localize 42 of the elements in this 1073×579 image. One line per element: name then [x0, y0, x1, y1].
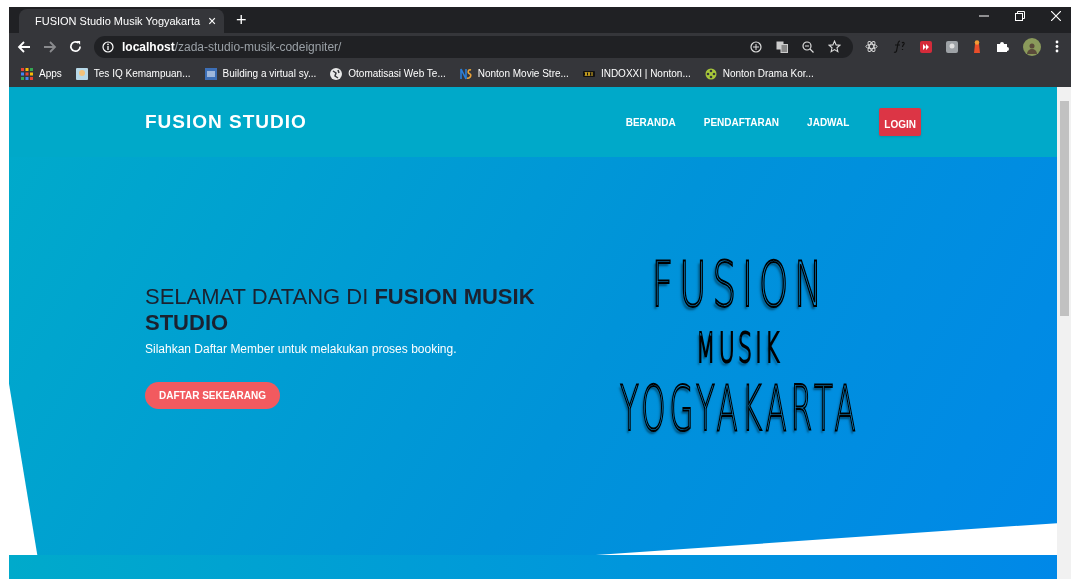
- apps-grid-icon: [21, 67, 33, 80]
- figure-icon[interactable]: [972, 40, 982, 53]
- image-icon: [75, 67, 88, 80]
- reload-icon[interactable]: [69, 40, 82, 53]
- translate-icon[interactable]: [776, 40, 788, 53]
- atom-icon[interactable]: [865, 40, 878, 53]
- tab-close-button[interactable]: ×: [208, 14, 217, 28]
- url-path: /zada-studio-musik-codeigniter/: [174, 39, 342, 54]
- scrollbar[interactable]: [1057, 87, 1071, 579]
- info-icon: [102, 40, 114, 53]
- bookmark-link[interactable]: Apps: [39, 66, 62, 81]
- forward-icon[interactable]: [43, 39, 57, 54]
- profile-square-icon[interactable]: [946, 40, 958, 53]
- login-button[interactable]: LOGIN: [879, 108, 921, 136]
- hero-subtitle: Silahkan Daftar Member untuk melakukan proses booking.: [145, 340, 458, 358]
- logo-wordmark: FUSION MUSIK YOGYAKARTA: [619, 247, 861, 446]
- back-icon[interactable]: [17, 39, 31, 54]
- globe-icon: [330, 67, 343, 80]
- bookmark-link[interactable]: Building a virtual sy...: [222, 66, 317, 81]
- puzzle-icon[interactable]: [996, 40, 1009, 53]
- fast-forward-icon[interactable]: [920, 40, 932, 53]
- url-host: localhost: [122, 39, 175, 54]
- bookmark-link[interactable]: Nonton Drama Kor...: [722, 66, 814, 81]
- browser-tab[interactable]: FUSION Studio Musik Yogyakarta ×: [19, 9, 224, 33]
- bookmark-link[interactable]: Nonton Movie Stre...: [477, 66, 569, 81]
- avatar-icon[interactable]: [1023, 37, 1041, 56]
- bookmark-link[interactable]: INDOXXI | Nonton...: [600, 66, 691, 81]
- close-icon[interactable]: [1051, 11, 1061, 21]
- hero-heading: SELAMAT DATANG DI FUSION MUSIK STUDIO: [145, 283, 536, 336]
- address-bar[interactable]: localhost/zada-studio-musik-codeigniter/: [94, 35, 853, 58]
- restore-icon[interactable]: [1015, 11, 1025, 21]
- bookmark-link[interactable]: Tes IQ Kemampuan...: [93, 66, 191, 81]
- film-reel-icon: [704, 67, 717, 80]
- bookmark-link[interactable]: Otomatisasi Web Te...: [348, 66, 446, 81]
- badge-icon: [204, 67, 217, 80]
- add-circle-icon[interactable]: [750, 40, 762, 53]
- star-icon[interactable]: [828, 40, 841, 53]
- menu-icon[interactable]: [1055, 40, 1059, 53]
- ns-logo-icon: [459, 67, 472, 80]
- new-tab-button[interactable]: +: [236, 11, 247, 29]
- zoom-out-icon[interactable]: [802, 40, 814, 53]
- tab-title: FUSION Studio Musik Yogyakarta: [35, 13, 201, 29]
